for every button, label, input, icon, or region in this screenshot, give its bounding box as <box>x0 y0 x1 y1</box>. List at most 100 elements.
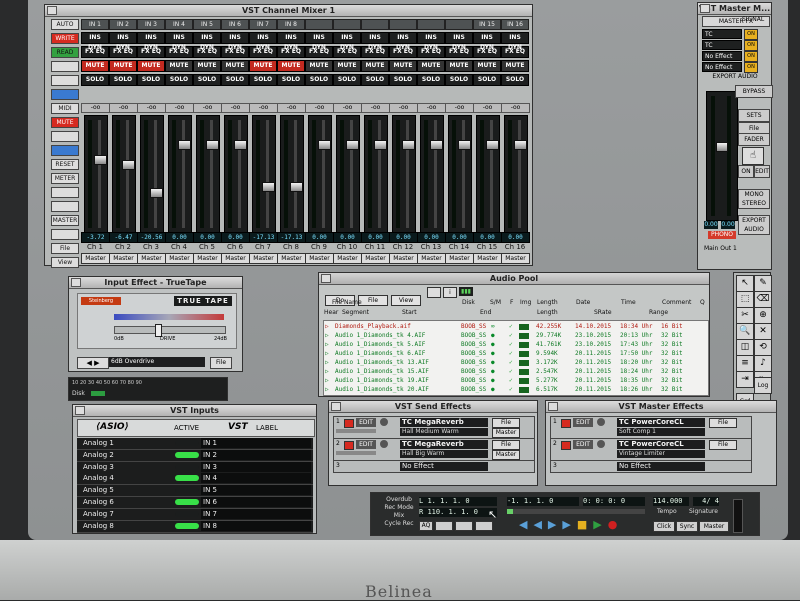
sets-button[interactable]: SETS <box>738 109 770 122</box>
channel-name[interactable]: Ch 11 <box>361 243 389 251</box>
mixer-control-1[interactable]: WRITE <box>51 33 79 44</box>
fader-cap[interactable] <box>150 188 163 198</box>
ins-dyn-button[interactable]: INS DYN <box>109 32 137 51</box>
pan-control[interactable]: -oo <box>473 103 502 113</box>
col-time[interactable]: Time <box>621 299 636 306</box>
fader-track[interactable] <box>196 115 220 233</box>
mixer-control-12[interactable] <box>51 187 79 198</box>
mute-button[interactable]: MUTE <box>109 60 137 72</box>
mute-button[interactable]: MUTE <box>417 60 445 72</box>
slot-edit-button[interactable]: EDIT <box>573 440 593 449</box>
close-box-icon[interactable] <box>548 402 558 411</box>
fx-eq-button[interactable]: FX EQ <box>277 46 305 58</box>
pool-row[interactable]: ▷ Audio 1_Diamonds_tk 20.AIF BOOB_SS ● ✓ 6.51… <box>323 386 707 394</box>
slot-power-button[interactable] <box>344 441 354 450</box>
mute-button[interactable]: MUTE <box>389 60 417 72</box>
col-length-2[interactable]: Length <box>537 309 558 316</box>
mixer-title-bar[interactable]: VST Channel Mixer 1 <box>45 5 532 17</box>
fader-cap[interactable] <box>122 160 135 170</box>
fader-value[interactable]: -20.56 <box>137 232 166 243</box>
fader-value[interactable]: -17.13 <box>249 232 278 243</box>
channel-name[interactable]: Ch 5 <box>193 243 221 251</box>
output-select[interactable]: Master <box>249 253 278 264</box>
fx-eq-button[interactable]: FX EQ <box>221 46 249 58</box>
truetape-title-bar[interactable]: Input Effect - TrueTape <box>69 277 242 289</box>
fader-cap[interactable] <box>290 182 303 192</box>
fx-eq-button[interactable]: FX EQ <box>501 46 529 58</box>
send-level-slider[interactable] <box>336 451 376 455</box>
pan-control[interactable]: -oo <box>165 103 194 113</box>
input-label[interactable]: IN 7 <box>249 19 277 30</box>
output-select[interactable]: Master <box>221 253 250 264</box>
phono-button[interactable]: PHONO <box>708 231 736 239</box>
input-label[interactable] <box>417 19 445 30</box>
song-position-time[interactable]: 0: 0: 0: 0 <box>583 497 645 506</box>
truetape-preset-select[interactable]: 6dB Overdrive <box>109 357 205 367</box>
col-srate[interactable]: SRate <box>594 309 612 316</box>
output-select[interactable]: Master <box>109 253 138 264</box>
slot-effect-name[interactable]: TC MegaReverb <box>400 418 488 427</box>
signature-value[interactable]: 4/ 4 <box>693 497 719 506</box>
ins-dyn-button[interactable]: INS DYN <box>417 32 445 51</box>
fader-value[interactable]: 0.00 <box>333 232 362 243</box>
col-f[interactable]: F <box>510 299 513 306</box>
fader-cap[interactable] <box>234 140 247 150</box>
channel-name[interactable]: Ch 7 <box>249 243 277 251</box>
info-icon[interactable]: i <box>443 287 457 298</box>
slot-effect-name[interactable]: TC PowerCoreCL <box>617 418 705 427</box>
ins-dyn-button[interactable]: INS DYN <box>473 32 501 51</box>
active-toggle[interactable] <box>175 487 199 494</box>
close-box-icon[interactable] <box>47 6 57 15</box>
master-fader-cap[interactable] <box>716 142 728 152</box>
ins-dyn-button[interactable]: INS DYN <box>249 32 277 51</box>
solo-button[interactable]: SOLO <box>361 74 389 86</box>
input-label-field[interactable]: IN 5 <box>201 485 311 496</box>
mixer-control-8[interactable] <box>51 131 79 142</box>
slot-effect-name[interactable]: No Effect <box>617 462 705 471</box>
fx-eq-button[interactable]: FX EQ <box>109 46 137 58</box>
channel-name[interactable]: Ch 13 <box>417 243 445 251</box>
fader-track[interactable] <box>364 115 388 233</box>
close-box-icon[interactable] <box>321 274 331 283</box>
bypass-button[interactable]: BYPASS <box>735 85 773 98</box>
truetape-file-button[interactable]: File <box>210 357 232 369</box>
mute-button[interactable]: MUTE <box>221 60 249 72</box>
fx-eq-button[interactable]: FX EQ <box>165 46 193 58</box>
note-tool-icon[interactable]: ♪ <box>754 355 772 372</box>
mute-button[interactable]: MUTE <box>193 60 221 72</box>
active-toggle[interactable] <box>175 463 199 470</box>
on-button[interactable]: ON <box>738 165 754 178</box>
punch-in-button[interactable] <box>435 521 453 531</box>
solo-button[interactable]: SOLO <box>193 74 221 86</box>
sync-button[interactable]: Sync <box>676 521 698 532</box>
song-position-bars[interactable]: -1. 1. 1. 0 <box>507 497 579 506</box>
output-select[interactable]: Master <box>165 253 194 264</box>
input-label[interactable]: IN 4 <box>165 19 193 30</box>
col-end[interactable]: End <box>480 309 491 316</box>
hand-cursor-icon[interactable]: ☝ <box>742 147 764 165</box>
fader-cap[interactable] <box>430 140 443 150</box>
audio-pool-title-bar[interactable]: Audio Pool <box>319 273 709 285</box>
ins-dyn-button[interactable]: INS DYN <box>277 32 305 51</box>
channel-name[interactable]: Ch 4 <box>165 243 193 251</box>
master-button[interactable]: Master <box>699 521 729 532</box>
output-select[interactable]: Master <box>305 253 334 264</box>
slot-knob[interactable] <box>597 440 605 448</box>
mute-button[interactable]: MUTE <box>361 60 389 72</box>
ins-dyn-button[interactable]: INS DYN <box>137 32 165 51</box>
fader-track[interactable] <box>112 115 136 233</box>
pan-control[interactable]: -oo <box>109 103 138 113</box>
fader-cap[interactable] <box>262 182 275 192</box>
fader-value[interactable]: 0.00 <box>165 232 194 243</box>
solo-button[interactable]: SOLO <box>501 74 529 86</box>
pan-control[interactable]: -oo <box>81 103 110 113</box>
channel-name[interactable]: Ch 6 <box>221 243 249 251</box>
slot-file-button[interactable]: File <box>709 440 737 450</box>
eraser-tool-icon[interactable]: ⌫ <box>754 291 772 308</box>
punch-out-button[interactable] <box>475 521 493 531</box>
input-label-field[interactable]: IN 4 <box>201 473 311 484</box>
output-select[interactable]: Master <box>277 253 306 264</box>
input-label[interactable]: IN 5 <box>193 19 221 30</box>
solo-button[interactable]: SOLO <box>445 74 473 86</box>
slot-edit-button[interactable]: EDIT <box>356 418 376 427</box>
